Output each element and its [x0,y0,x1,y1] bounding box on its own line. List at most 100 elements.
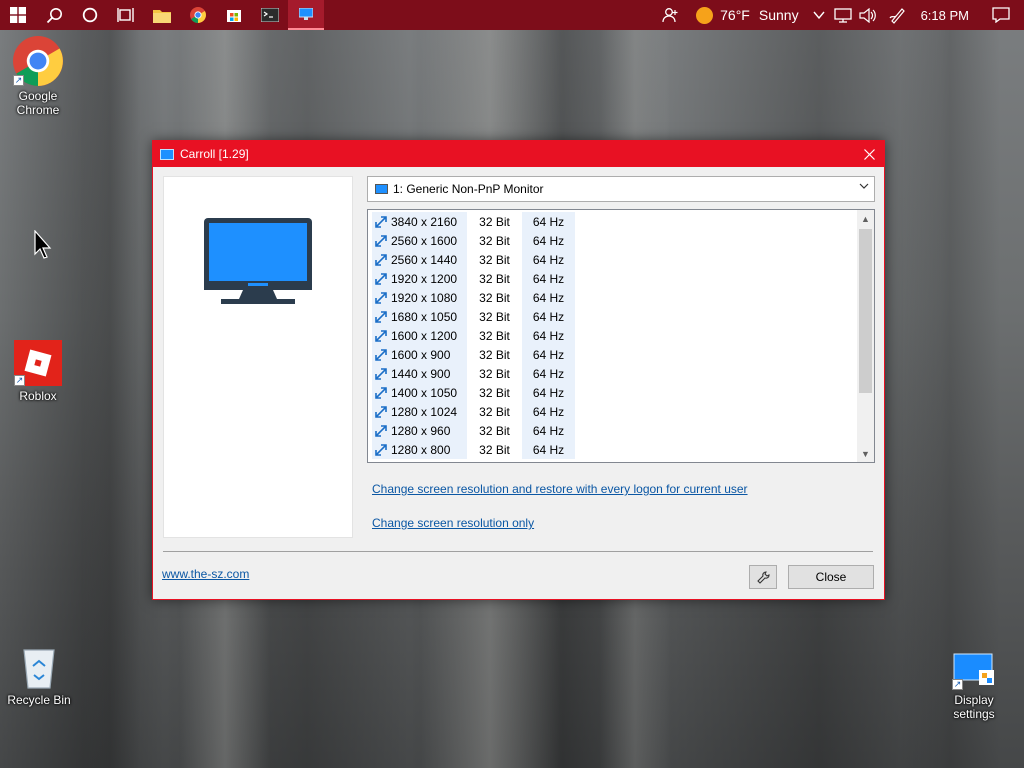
resolution-row[interactable]: 2560 x 1440 32 Bit 64 Hz [372,250,575,269]
settings-button[interactable] [749,565,777,589]
file-explorer-button[interactable] [144,0,180,30]
cortana-button[interactable] [72,0,108,30]
change-resolution-only-link[interactable]: Change screen resolution only [372,516,534,530]
resolution-row[interactable]: 1600 x 1200 32 Bit 64 Hz [372,326,575,345]
resize-arrow-icon [375,386,387,399]
color-depth-cell: 32 Bit [479,271,510,286]
desktop-icon-label: Roblox [19,389,57,403]
website-link[interactable]: www.the-sz.com [162,567,249,581]
task-view-button[interactable] [108,0,144,30]
resolution-row[interactable]: 1400 x 1050 32 Bit 64 Hz [372,383,575,402]
desktop-icon-chrome[interactable]: ↗ Google Chrome [0,36,76,117]
resolution-row[interactable]: 1280 x 800 32 Bit 64 Hz [372,440,575,459]
carroll-taskbar-button[interactable] [288,0,324,30]
carroll-app-icon [299,8,313,20]
refresh-rate-cell: 64 Hz [522,269,575,288]
resolution-row[interactable]: 1280 x 960 32 Bit 64 Hz [372,421,575,440]
resolution-value: 1600 x 900 [391,347,451,362]
weather-widget[interactable]: 76°F Sunny [686,0,806,30]
refresh-rate-cell: 64 Hz [522,212,575,231]
change-resolution-restore-link[interactable]: Change screen resolution and restore wit… [372,482,748,496]
color-depth-cell: 32 Bit [479,328,510,343]
network-button[interactable] [831,0,855,30]
resolution-row[interactable]: 1920 x 1080 32 Bit 64 Hz [372,288,575,307]
refresh-rate-cell: 64 Hz [522,345,575,364]
carroll-window: Carroll [1.29] 1: Generic Non-PnP Monito… [152,140,885,600]
resize-arrow-icon [375,272,387,285]
shortcut-arrow-icon: ↗ [14,375,25,386]
monitor-small-icon [375,184,388,194]
resolution-cell: 1400 x 1050 [372,383,467,402]
sun-icon [696,6,714,24]
list-scrollbar[interactable]: ▲ ▼ [857,210,874,462]
resolution-value: 1680 x 1050 [391,309,458,324]
close-button[interactable]: Close [788,565,874,589]
resolution-value: 1600 x 1200 [391,328,458,343]
resize-arrow-icon [375,348,387,361]
scroll-thumb[interactable] [859,229,872,393]
refresh-rate-cell: 64 Hz [522,421,575,440]
color-depth-cell: 32 Bit [479,252,510,267]
store-icon [227,10,241,22]
resolution-row[interactable]: 1680 x 1050 32 Bit 64 Hz [372,307,575,326]
resize-arrow-icon [375,234,387,247]
weather-condition: Sunny [758,7,799,23]
refresh-rate-cell: 64 Hz [522,402,575,421]
resolution-row[interactable]: 1600 x 900 32 Bit 64 Hz [372,345,575,364]
windows-logo-icon [10,7,26,23]
color-depth-cell: 32 Bit [479,385,510,400]
resolution-value: 3840 x 2160 [391,214,458,229]
shortcut-arrow-icon: ↗ [952,679,963,690]
search-icon [46,7,62,23]
resolution-row[interactable]: 1280 x 1024 32 Bit 64 Hz [372,402,575,421]
color-depth-cell: 32 Bit [479,404,510,419]
color-depth-cell: 32 Bit [479,233,510,248]
resolution-row[interactable]: 3840 x 2160 32 Bit 64 Hz [372,212,575,231]
window-titlebar[interactable]: Carroll [1.29] [153,141,884,167]
resolution-row[interactable]: 1440 x 900 32 Bit 64 Hz [372,364,575,383]
resolution-row[interactable]: 1920 x 1200 32 Bit 64 Hz [372,269,575,288]
window-title: Carroll [1.29] [180,147,249,161]
search-button[interactable] [36,0,72,30]
resolution-value: 1280 x 800 [391,442,451,457]
clock[interactable]: 6:18 PM [915,0,982,30]
resolution-cell: 2560 x 1440 [372,250,467,269]
resize-arrow-icon [375,443,387,456]
start-button[interactable] [0,0,36,30]
volume-button[interactable] [855,0,881,30]
resolution-cell: 1600 x 1200 [372,326,467,345]
people-button[interactable] [656,0,686,30]
desktop-icon-display-settings[interactable]: ↗ Display settings [936,652,1012,721]
resolution-cell: 1280 x 1024 [372,402,467,421]
show-hidden-icons-button[interactable] [807,0,831,30]
terminal-button[interactable] [252,0,288,30]
terminal-icon [261,8,279,22]
action-center-button[interactable] [982,0,1024,30]
store-button[interactable] [216,0,252,30]
refresh-rate-cell: 64 Hz [522,440,575,459]
network-icon [833,7,852,23]
resolution-cell: 1680 x 1050 [372,307,467,326]
chrome-taskbar-button[interactable] [180,0,216,30]
close-icon [863,148,875,160]
desktop-icon-roblox[interactable]: ↗ Roblox [0,340,76,403]
desktop-icon-recycle-bin[interactable]: Recycle Bin [1,644,77,707]
folder-icon [153,9,171,23]
scroll-up-button[interactable]: ▲ [857,210,874,227]
pen-button[interactable] [881,0,915,30]
divider [163,551,873,552]
resize-arrow-icon [375,424,387,437]
desktop-icon-label: Recycle Bin [7,693,71,707]
resize-arrow-icon [375,367,387,380]
desktop-icon-label: Google Chrome [16,89,60,117]
color-depth-cell: 32 Bit [479,347,510,362]
monitor-dropdown[interactable]: 1: Generic Non-PnP Monitor [367,176,875,202]
resolution-cell: 1280 x 800 [372,440,467,459]
people-icon [662,8,678,23]
resolution-list[interactable]: 1280 x 800 32 Bit 64 Hz 1280 x 960 32 Bit 64 … [367,209,875,463]
window-close-button[interactable] [854,141,884,167]
resolution-row[interactable]: 2560 x 1600 32 Bit 64 Hz [372,231,575,250]
resize-arrow-icon [375,329,387,342]
scroll-down-button[interactable]: ▼ [857,445,874,462]
chrome-icon [190,7,206,23]
